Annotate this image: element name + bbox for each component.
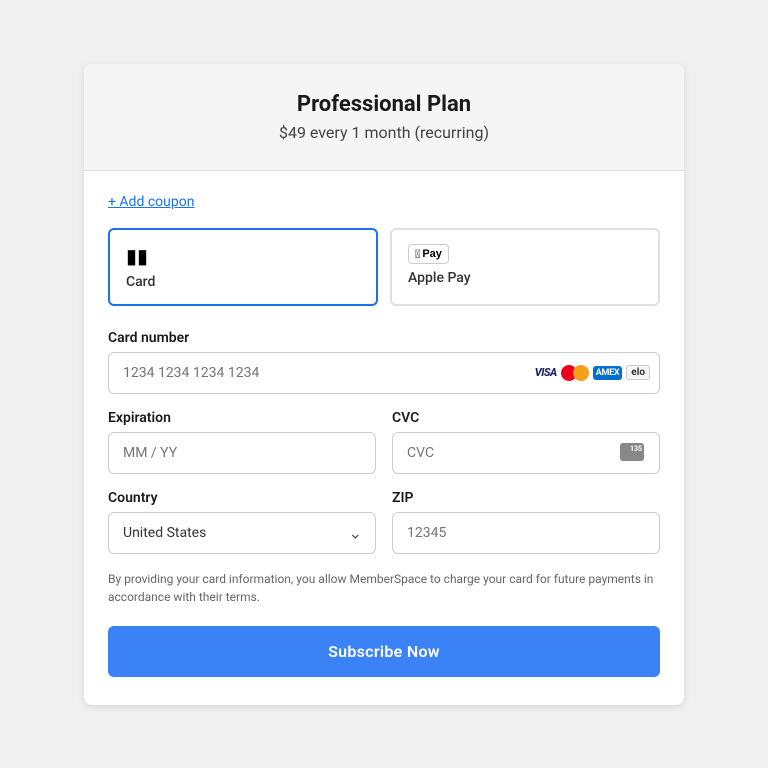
expiration-input[interactable] [108,432,376,474]
apple-pay-tab-label: Apple Pay [408,270,642,286]
country-group: Country United States Canada United King… [108,490,376,554]
form-body: + Add coupon ▮▮ Card Pay Apple Pay Card… [84,171,684,705]
card-brands: VISA AMEX elo [535,364,650,382]
country-select[interactable]: United States Canada United Kingdom Aust… [108,512,376,554]
card-number-label: Card number [108,330,660,346]
disclaimer-text: By providing your card information, you … [108,570,660,606]
elo-icon: elo [626,365,650,380]
apple-pay-badge: Pay [408,244,449,264]
card-tab[interactable]: ▮▮ Card [108,228,378,306]
amex-icon: AMEX [593,366,623,380]
plan-header: Professional Plan $49 every 1 month (rec… [84,64,684,171]
plan-price: $49 every 1 month (recurring) [104,123,664,142]
add-coupon-link[interactable]: + Add coupon [108,194,194,210]
cvc-card-icon [620,443,648,463]
card-number-group: Card number VISA AMEX elo [108,330,660,394]
expiry-cvc-row: Expiration CVC [108,410,660,490]
zip-label: ZIP [392,490,660,506]
payment-container: Professional Plan $49 every 1 month (rec… [84,64,684,705]
country-label: Country [108,490,376,506]
card-tab-icon: ▮▮ [126,244,360,268]
cvc-label: CVC [392,410,660,426]
cvc-group: CVC [392,410,660,474]
zip-input[interactable] [392,512,660,554]
visa-icon: VISA [535,366,557,379]
country-select-wrapper: United States Canada United Kingdom Aust… [108,512,376,554]
expiration-label: Expiration [108,410,376,426]
subscribe-button[interactable]: Subscribe Now [108,626,660,677]
mastercard-icon [561,364,589,382]
card-number-wrapper: VISA AMEX elo [108,352,660,394]
country-zip-row: Country United States Canada United King… [108,490,660,570]
cvc-wrapper [392,432,660,474]
payment-tabs: ▮▮ Card Pay Apple Pay [108,228,660,306]
card-tab-label: Card [126,274,360,290]
expiration-group: Expiration [108,410,376,474]
zip-group: ZIP [392,490,660,554]
apple-pay-tab[interactable]: Pay Apple Pay [390,228,660,306]
plan-title: Professional Plan [104,92,664,117]
